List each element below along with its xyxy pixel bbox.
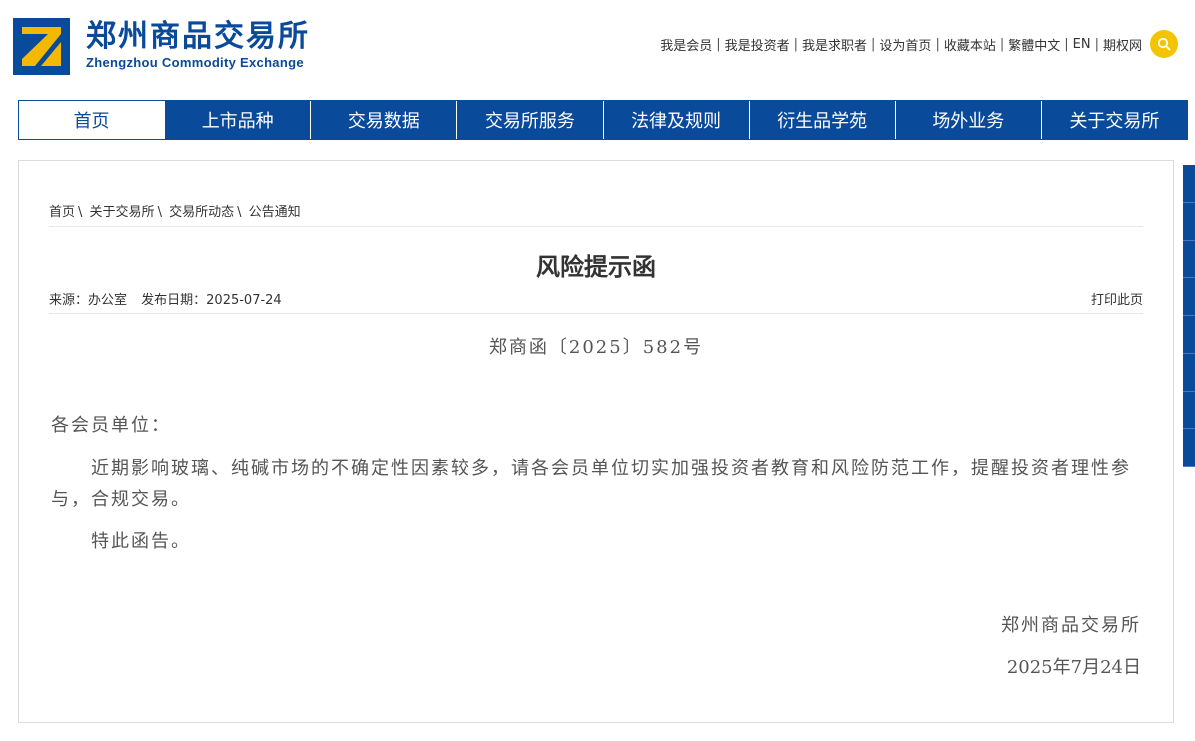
article-title: 风险提示函 <box>536 253 656 281</box>
nav-listed-products[interactable]: 上市品种 <box>164 101 310 139</box>
link-investor[interactable]: 我是投资者 <box>725 35 790 54</box>
nav-derivatives-academy[interactable]: 衍生品学苑 <box>748 101 895 139</box>
logo-mark-icon <box>13 17 70 75</box>
breadcrumb: 首页 \ 关于交易所 \ 交易所动态 \ 公告通知 <box>49 205 301 220</box>
link-traditional-chinese[interactable]: 繁體中文 <box>1008 35 1060 54</box>
search-icon <box>1157 37 1171 51</box>
logo[interactable]: 郑州商品交易所 Zhengzhou Commodity Exchange <box>13 16 313 76</box>
article-source: 来源：办公室 <box>49 293 128 308</box>
breadcrumb-notices[interactable]: 公告通知 <box>249 205 301 220</box>
nav-exchange-services[interactable]: 交易所服务 <box>456 101 602 139</box>
print-button[interactable]: 打印此页 <box>1091 289 1143 308</box>
logo-title-en: Zhengzhou Commodity Exchange <box>86 55 304 70</box>
article-paragraph: 近期影响玻璃、纯碱市场的不确定性因素较多，请各会员单位切实加强投资者教育和风险防… <box>51 458 1131 510</box>
link-set-homepage[interactable]: 设为首页 <box>879 35 931 54</box>
salutation: 各会员单位： <box>51 415 171 436</box>
sign-date: 2025年7月24日 <box>1006 657 1141 678</box>
search-button[interactable] <box>1150 30 1178 58</box>
signer: 郑州商品交易所 <box>1001 615 1141 636</box>
side-toolbar[interactable] <box>1183 165 1195 467</box>
link-english[interactable]: EN <box>1073 37 1091 52</box>
article-panel: 首页 \ 关于交易所 \ 交易所动态 \ 公告通知 风险提示函 来源：办公室 发布日期… <box>18 160 1174 723</box>
main-nav: 首页 上市品种 交易数据 交易所服务 法律及规则 衍生品学苑 场外业务 关于交易… <box>18 100 1188 140</box>
article-date: 发布日期：2025-07-24 <box>141 293 282 308</box>
link-job-seeker[interactable]: 我是求职者 <box>802 35 867 54</box>
logo-title-cn: 郑州商品交易所 <box>86 19 310 54</box>
divider <box>49 313 1143 314</box>
article-meta: 来源：办公室 发布日期：2025-07-24 <box>49 289 282 308</box>
document-number: 郑商函〔2025〕582号 <box>488 337 704 358</box>
nav-laws-rules[interactable]: 法律及规则 <box>602 101 749 139</box>
nav-trading-data[interactable]: 交易数据 <box>310 101 456 139</box>
breadcrumb-news[interactable]: 交易所动态 <box>169 205 234 220</box>
article-closing: 特此函告。 <box>91 531 191 552</box>
link-options[interactable]: 期权网 <box>1103 35 1142 54</box>
nav-about-exchange[interactable]: 关于交易所 <box>1040 101 1187 139</box>
nav-otc-business[interactable]: 场外业务 <box>894 101 1041 139</box>
breadcrumb-home[interactable]: 首页 <box>49 205 75 220</box>
link-bookmark[interactable]: 收藏本站 <box>944 35 996 54</box>
divider <box>49 226 1143 227</box>
breadcrumb-about[interactable]: 关于交易所 <box>90 205 155 220</box>
link-member[interactable]: 我是会员 <box>660 35 712 54</box>
nav-home[interactable]: 首页 <box>19 101 165 139</box>
top-links: 我是会员 | 我是投资者 | 我是求职者 | 设为首页 | 收藏本站 | 繁體中文 | EN… <box>660 35 1142 54</box>
